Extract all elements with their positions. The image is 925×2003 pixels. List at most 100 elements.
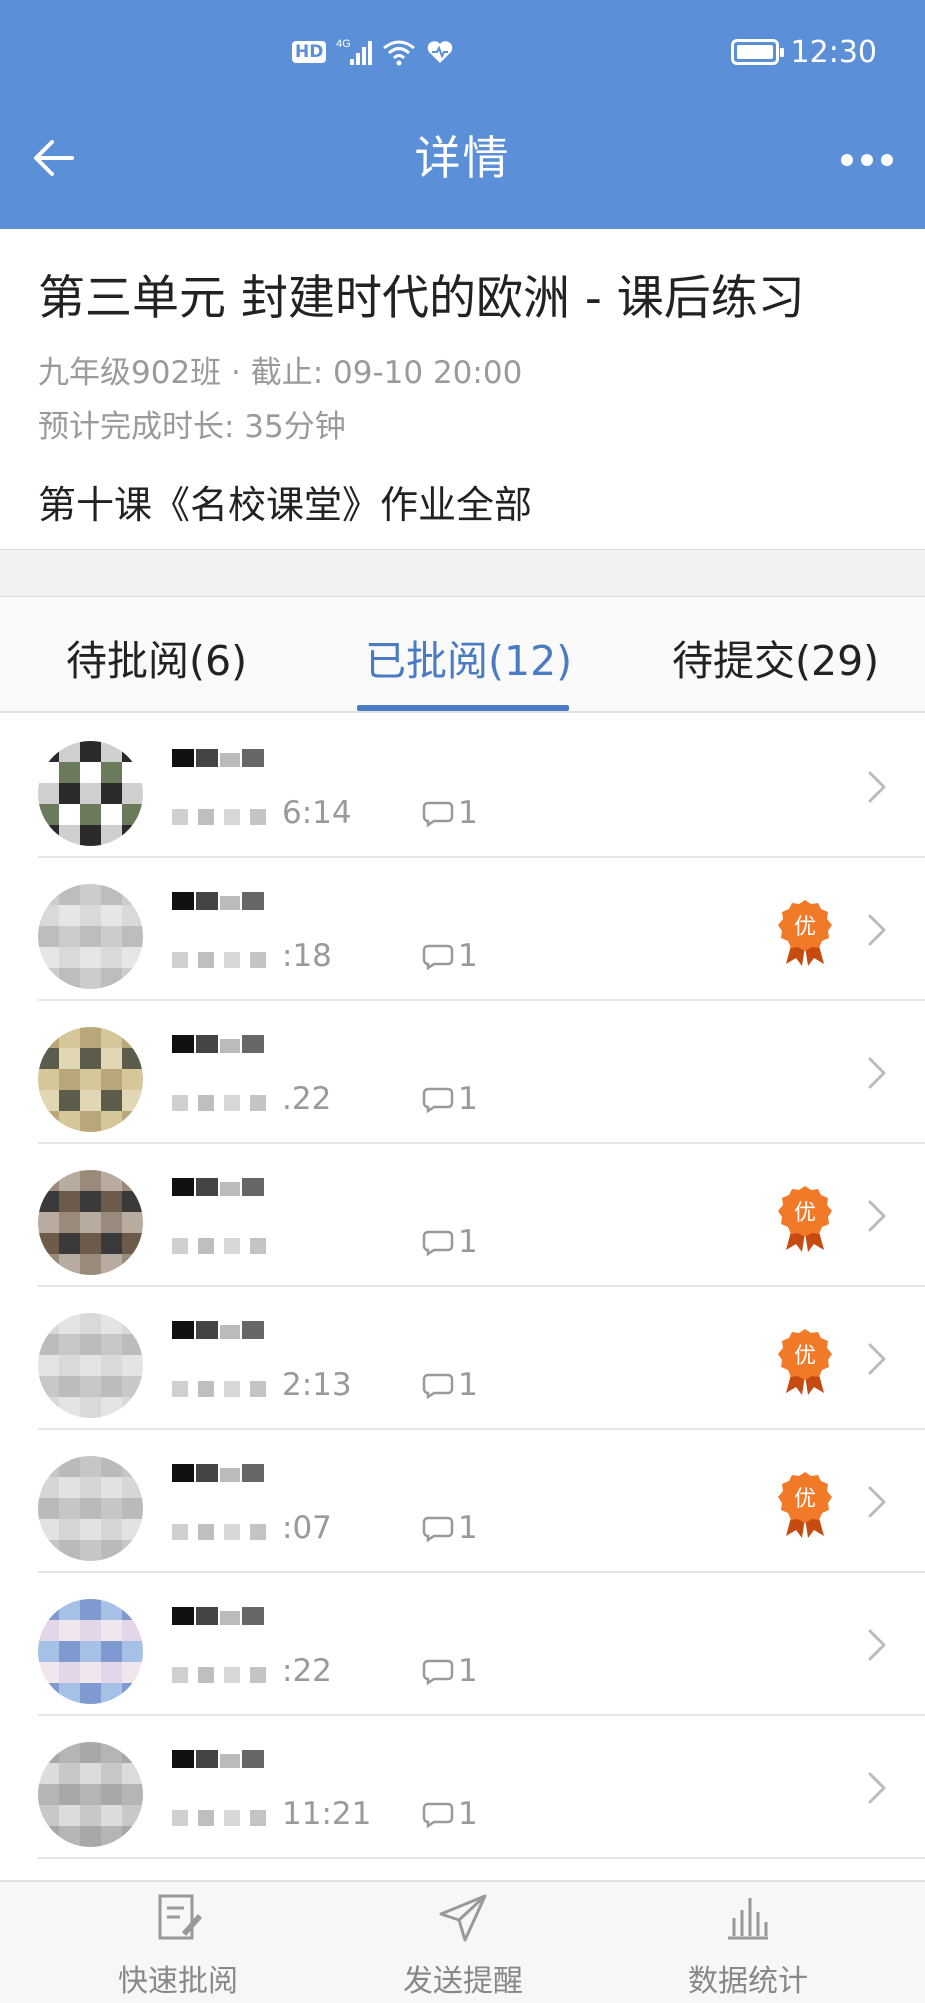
student-info-obscured	[172, 803, 282, 831]
comment-count: 1	[422, 1081, 478, 1117]
status-bar: HD 4G 12:30	[0, 0, 925, 100]
tab-reviewed[interactable]: 已批阅(12)	[365, 627, 572, 687]
comment-icon	[422, 1087, 454, 1113]
comment-count-value: 1	[458, 795, 478, 831]
student-info-obscured	[172, 1089, 282, 1117]
comment-count: 1	[422, 1224, 478, 1260]
heart-icon	[428, 41, 453, 63]
more-button[interactable]	[837, 140, 897, 180]
svg-text:4G: 4G	[336, 38, 351, 50]
homework-duration: 预计完成时长: 35分钟	[38, 409, 346, 445]
comment-count-value: 1	[458, 1653, 478, 1689]
submit-time: .22	[282, 1081, 332, 1117]
student-name-obscured	[172, 1174, 272, 1204]
svg-text:优: 优	[794, 1344, 816, 1369]
avatar	[38, 884, 143, 989]
svg-text:优: 优	[794, 1201, 816, 1226]
bottom-bar: 快速批阅 发送提醒 数据统计	[0, 1880, 925, 2003]
student-row[interactable]: 1优	[0, 1144, 925, 1287]
row-divider	[38, 1857, 925, 1859]
avatar	[38, 1456, 143, 1561]
comment-count: 1	[422, 1367, 478, 1403]
stats-button[interactable]: 数据统计	[648, 1892, 848, 2000]
quick-review-button[interactable]: 快速批阅	[78, 1892, 278, 2000]
student-row[interactable]: 6:14 1	[0, 715, 925, 858]
comment-count-value: 1	[458, 1796, 478, 1832]
signal-icon: 4G	[336, 38, 373, 65]
submit-time: :22	[282, 1653, 332, 1689]
battery-icon	[730, 39, 784, 65]
stats-label: 数据统计	[688, 1964, 808, 1999]
comment-count-value: 1	[458, 1224, 478, 1260]
avatar	[38, 1313, 143, 1418]
student-row[interactable]: 2:13 1 优	[0, 1287, 925, 1430]
status-right: 12:30	[730, 32, 877, 72]
top-bar: HD 4G 12:30 详情	[0, 0, 925, 229]
student-row[interactable]: :22 1	[0, 1573, 925, 1716]
avatar	[38, 1599, 143, 1704]
student-info-obscured	[172, 1232, 282, 1260]
stats-chart-icon	[728, 1898, 768, 1940]
comment-icon	[422, 801, 454, 827]
hd-badge: HD	[292, 41, 327, 63]
student-info-obscured	[172, 1518, 282, 1546]
comment-count: 1	[422, 795, 478, 831]
quick-review-label: 快速批阅	[118, 1964, 238, 1999]
send-reminder-icon	[439, 1894, 487, 1942]
comment-count-value: 1	[458, 1510, 478, 1546]
excellent-badge: 优	[776, 898, 834, 968]
svg-text:优: 优	[794, 915, 816, 940]
student-info-obscured	[172, 946, 282, 974]
student-info-obscured	[172, 1804, 282, 1832]
student-row[interactable]: :07 1 优	[0, 1430, 925, 1573]
chevron-right-icon	[864, 910, 890, 950]
more-dot	[881, 154, 893, 166]
comment-count-value: 1	[458, 1367, 478, 1403]
student-row[interactable]: 11:21 1	[0, 1716, 925, 1859]
comment-icon	[422, 944, 454, 970]
more-dot	[861, 154, 873, 166]
submit-time: :18	[282, 938, 332, 974]
excellent-badge: 优	[776, 1470, 834, 1540]
student-row[interactable]: .22 1	[0, 1001, 925, 1144]
submit-time: 11:21	[282, 1796, 372, 1832]
status-icons: HD 4G	[292, 34, 454, 70]
comment-icon	[422, 1230, 454, 1256]
student-name-obscured	[172, 888, 272, 918]
comment-count-value: 1	[458, 938, 478, 974]
comment-count: 1	[422, 938, 478, 974]
student-name-obscured	[172, 1746, 272, 1776]
chevron-right-icon	[864, 1482, 890, 1522]
send-reminder-button[interactable]: 发送提醒	[363, 1892, 563, 2000]
homework-content: 第十课《名校课堂》作业全部	[38, 483, 533, 527]
more-dot	[841, 154, 853, 166]
comment-icon	[422, 1373, 454, 1399]
svg-text:优: 优	[794, 1487, 816, 1512]
student-name-obscured	[172, 1460, 272, 1490]
avatar	[38, 1742, 143, 1847]
student-name-obscured	[172, 745, 272, 775]
active-tab-indicator	[357, 705, 569, 711]
comment-count: 1	[422, 1796, 478, 1832]
student-info-obscured	[172, 1661, 282, 1689]
comment-count: 1	[422, 1653, 478, 1689]
student-row[interactable]: :18 1 优	[0, 858, 925, 1001]
homework-header: 第三单元 封建时代的欧洲 - 课后练习 九年级902班 · 截止: 09-10 …	[0, 229, 925, 549]
submit-time: 6:14	[282, 795, 352, 831]
avatar	[38, 741, 143, 846]
submit-time: 2:13	[282, 1367, 352, 1403]
status-time: 12:30	[790, 34, 877, 70]
chevron-right-icon	[864, 1053, 890, 1093]
quick-review-icon	[158, 1894, 202, 1940]
tab-bar: 待批阅(6) 已批阅(12) 待提交(29)	[0, 597, 925, 713]
tab-pending-submit[interactable]: 待提交(29)	[672, 627, 879, 687]
tab-pending-review[interactable]: 待批阅(6)	[66, 627, 247, 687]
comment-icon	[422, 1659, 454, 1685]
comment-count: 1	[422, 1510, 478, 1546]
nav-bar: 详情	[0, 100, 925, 229]
homework-meta: 九年级902班 · 截止: 09-10 20:00	[38, 355, 523, 391]
chevron-right-icon	[864, 1196, 890, 1236]
send-reminder-label: 发送提醒	[403, 1964, 523, 1999]
submit-time: :07	[282, 1510, 332, 1546]
excellent-badge: 优	[776, 1184, 834, 1254]
